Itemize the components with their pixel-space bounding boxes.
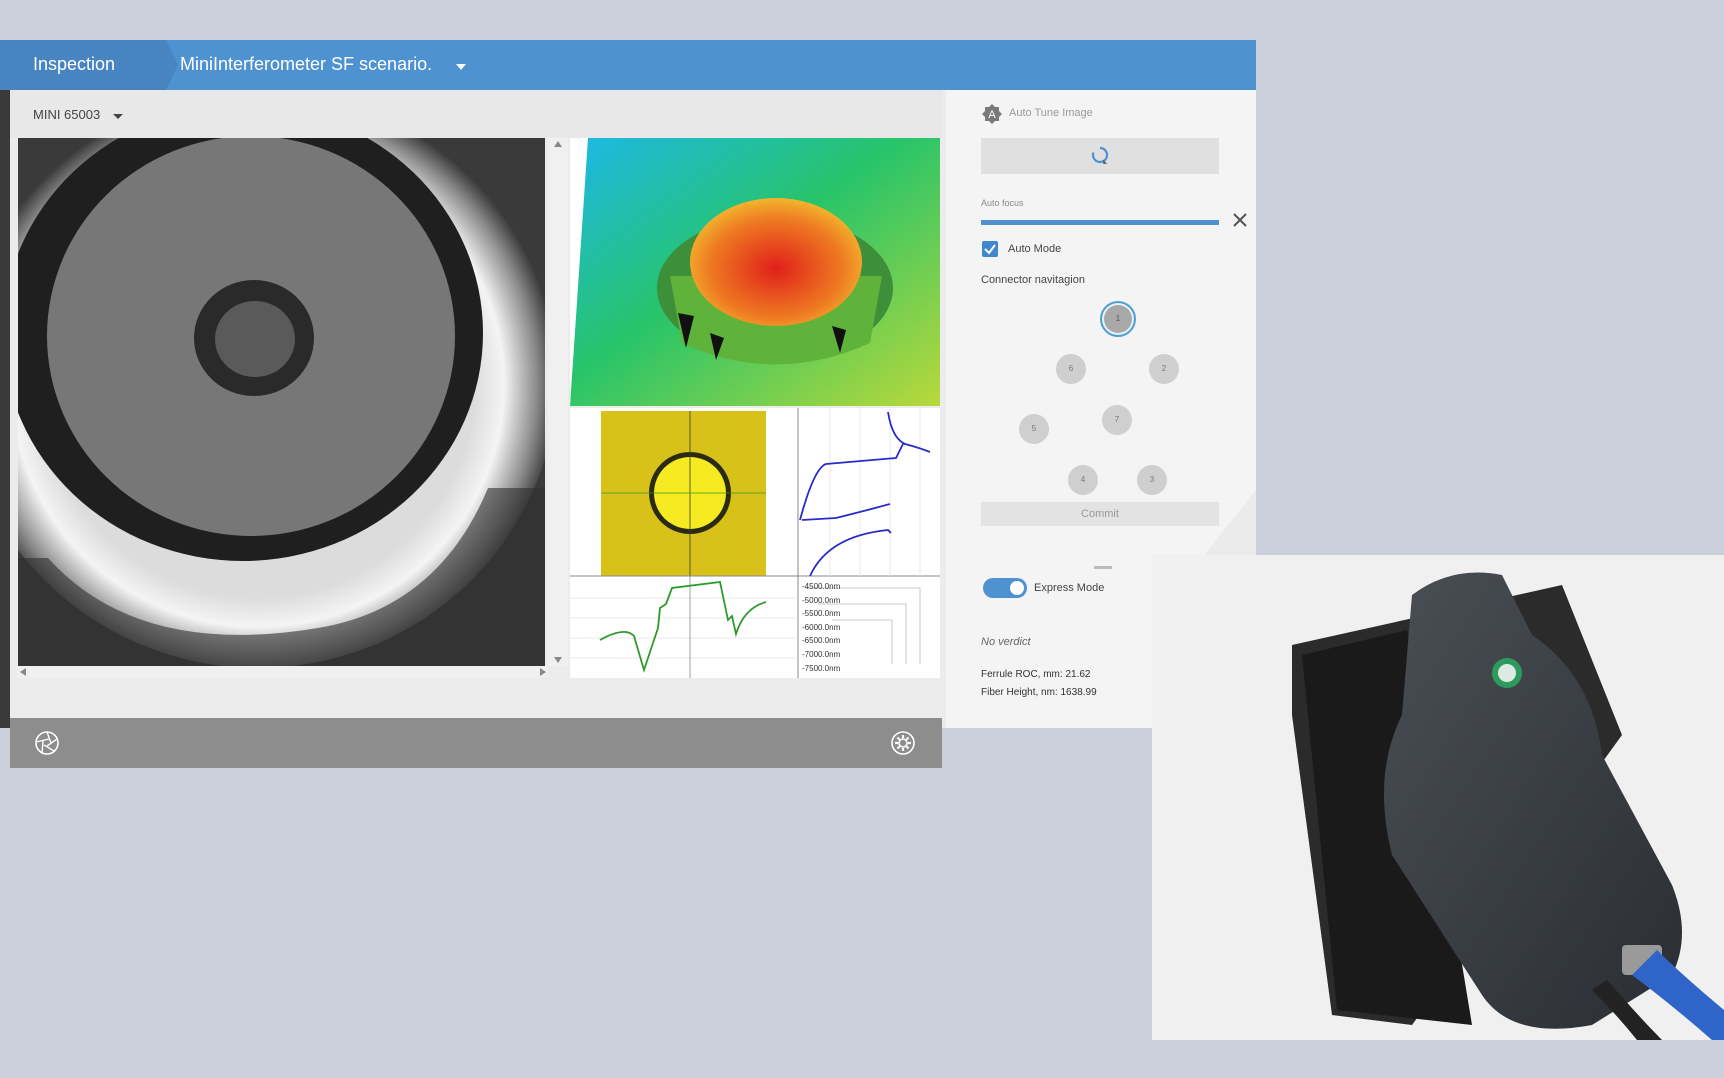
axis-tick: -5000.0nm — [802, 595, 841, 605]
measurement-row: Fiber Height, nm: 1638.99 — [981, 687, 1097, 698]
axis-tick: -6500.0nm — [802, 636, 841, 646]
connector-button-4[interactable]: 4 — [1068, 465, 1098, 495]
auto-tune-button[interactable] — [981, 138, 1219, 174]
checkmark-icon — [984, 244, 996, 255]
auto-focus-label: Auto focus — [981, 198, 1024, 208]
profile-axis-ticks: -4500.0nm -5000.0nm -5500.0nm -6000.0nm … — [802, 580, 840, 675]
axis-tick: -5500.0nm — [802, 609, 841, 619]
connector-navigation-title: Connector navitagion — [981, 274, 1085, 286]
tab-inspection[interactable]: Inspection — [0, 40, 178, 90]
scenario-selector[interactable]: MiniInterferometer SF scenario. — [180, 54, 432, 75]
connector-button-3[interactable]: 3 — [1137, 465, 1167, 495]
profile-plots-canvas — [570, 408, 940, 678]
auto-mode-checkbox[interactable] — [982, 241, 998, 257]
close-icon[interactable] — [1232, 212, 1248, 228]
left-edge-strip — [0, 90, 10, 728]
commit-button[interactable]: Commit — [981, 502, 1219, 526]
express-mode-label: Express Mode — [1034, 582, 1105, 594]
aperture-icon[interactable] — [34, 730, 60, 756]
panel-drag-handle[interactable] — [1094, 566, 1112, 569]
measurement-row: Ferrule ROC, mm: 21.62 — [981, 669, 1090, 680]
surface-3d-render — [570, 138, 940, 406]
auto-focus-progress-bar — [981, 220, 1219, 225]
horizontal-profile-line — [599, 581, 767, 674]
tab-inspection-label: Inspection — [33, 54, 116, 74]
bottom-toolbar — [10, 718, 942, 768]
title-bar: Inspection MiniInterferometer SF scenari… — [0, 40, 1256, 90]
device-bar: MINI 65003 — [10, 90, 942, 138]
device-chevron-down-icon[interactable] — [113, 114, 123, 119]
vertical-profile-line — [800, 412, 926, 520]
axis-tick: -4500.0nm — [802, 582, 841, 591]
measurement-value: 21.62 — [1065, 669, 1091, 680]
connector-button-5[interactable]: 5 — [1019, 414, 1049, 444]
connector-button-7[interactable]: 7 — [1102, 405, 1132, 435]
interferometer-device-image — [1152, 555, 1724, 1040]
express-mode-panel: Express Mode No verdict Ferrule ROC, mm:… — [946, 566, 1152, 728]
express-mode-toggle[interactable] — [983, 578, 1027, 598]
scroll-left-icon[interactable] — [20, 668, 26, 676]
connector-button-1[interactable]: 1 — [1100, 301, 1136, 337]
axis-tick: -7500.0nm — [802, 663, 841, 673]
camera-vertical-scrollbar[interactable] — [548, 138, 568, 666]
scroll-right-icon[interactable] — [540, 668, 546, 676]
scenario-chevron-down-icon[interactable] — [456, 64, 466, 70]
axis-tick: -6000.0nm — [802, 622, 841, 632]
axis-tick: -7000.0nm — [802, 649, 841, 659]
auto-tune-label[interactable]: Auto Tune Image — [1009, 107, 1093, 119]
measurement-label: Ferrule ROC, mm: — [981, 669, 1063, 680]
loading-spinner-icon — [1091, 146, 1109, 164]
gear-icon[interactable] — [890, 730, 916, 756]
camera-view[interactable] — [18, 138, 545, 666]
auto-focus-progress-fill — [981, 220, 1219, 225]
connector-button-2[interactable]: 2 — [1149, 354, 1179, 384]
surface-3d-view[interactable] — [570, 138, 940, 406]
device-selector[interactable]: MINI 65003 — [33, 107, 100, 122]
svg-text:A: A — [988, 109, 996, 121]
profile-plots-panel: -4500.0nm -5000.0nm -5500.0nm -6000.0nm … — [570, 408, 940, 678]
scroll-down-icon[interactable] — [554, 657, 562, 663]
device-photo-overlay — [1152, 555, 1724, 1040]
connector-button-6[interactable]: 6 — [1056, 354, 1086, 384]
fiber-endface-image — [18, 138, 545, 666]
measurement-label: Fiber Height, nm: — [981, 687, 1058, 698]
measurement-value: 1638.99 — [1060, 687, 1097, 698]
toggle-knob — [1010, 581, 1024, 595]
camera-horizontal-scrollbar[interactable] — [18, 666, 548, 678]
auto-tune-icon[interactable]: A — [982, 104, 1002, 124]
auto-mode-label[interactable]: Auto Mode — [1008, 243, 1061, 255]
scroll-up-icon[interactable] — [554, 141, 562, 147]
verdict-text: No verdict — [981, 636, 1031, 648]
